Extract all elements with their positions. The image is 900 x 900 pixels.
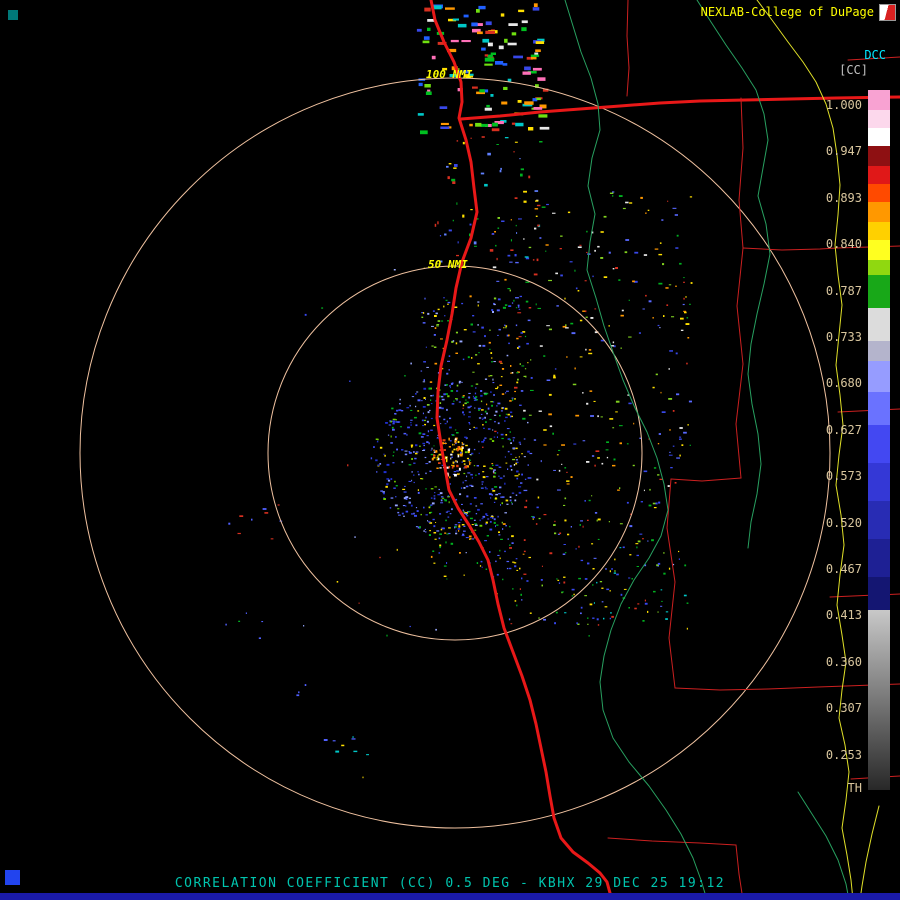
colorbar-tick: 0.627 [825, 422, 862, 437]
colorbar-segment [868, 90, 890, 110]
product-title: CORRELATION COEFFICIENT (CC) 0.5 DEG - K… [174, 876, 726, 891]
colorbar-tick: 0.947 [825, 144, 862, 159]
cod-logo-icon [879, 4, 896, 21]
brand-text: NEXLAB-College of DuPage [700, 5, 874, 19]
range-ring [79, 77, 831, 829]
colorbar-tick: 0.787 [825, 283, 862, 298]
colorbar-gradient-segment [868, 610, 890, 790]
county-line-1 [626, 0, 630, 97]
colorbar-segment [868, 202, 890, 222]
colorbar [868, 90, 890, 790]
bottom-bar [0, 893, 900, 900]
colorbar-segment [868, 275, 890, 308]
colorbar-segment [868, 308, 890, 341]
colorbar-segment [868, 240, 890, 260]
colorbar-tick: 0.840 [825, 237, 862, 252]
range-ring [267, 265, 643, 641]
colorbar-tick: 0.573 [825, 469, 862, 484]
radar-display: NEXLAB-College of DuPage DCC [CC] 1.000 0… [0, 0, 900, 900]
colorbar-tick: 1.000 [825, 98, 862, 112]
colorbar-segment [868, 128, 890, 146]
colorbar-tick: 0.253 [825, 747, 862, 762]
colorbar-tick: 0.467 [825, 562, 862, 576]
colorbar-segment [868, 577, 890, 610]
colorbar-tick: 0.733 [825, 330, 862, 344]
colorbar-segment [868, 341, 890, 361]
river-1 [564, 0, 708, 900]
colorbar-segment [868, 260, 890, 275]
highway-ns [429, 0, 612, 895]
colorbar-segment [868, 463, 890, 501]
map-overlay-layer [79, 0, 900, 900]
colorbar-segment [868, 361, 890, 392]
colorbar-tick: 0.413 [825, 608, 862, 623]
colorbar-segment [868, 222, 890, 240]
colorbar-segment [868, 501, 890, 539]
range-ring-label-100: 100 NMI [426, 68, 473, 81]
county-line-2 [738, 97, 744, 249]
colorbar-segment [868, 392, 890, 425]
colorbar-segment [868, 110, 890, 128]
colorbar-segment [868, 184, 890, 202]
county-line-9 [735, 844, 744, 900]
colorbar-units: [CC] [839, 63, 868, 77]
colorbar-segment [868, 146, 890, 166]
river-2 [696, 0, 771, 549]
colorbar-title: DCC [864, 48, 886, 62]
colorbar-tick: 0.307 [825, 701, 862, 716]
colorbar-tick: 0.680 [825, 376, 862, 391]
colorbar-tick: 0.520 [825, 515, 862, 530]
colorbar-tick: 0.360 [825, 654, 862, 669]
colorbar-segment [868, 166, 890, 184]
colorbar-segment [868, 539, 890, 577]
top-left-marker [8, 10, 18, 20]
county-line-4 [735, 247, 744, 479]
range-ring-label-50: 50 NMI [428, 258, 468, 271]
county-line-8 [607, 837, 737, 846]
colorbar-threshold-label: TH [847, 781, 862, 795]
colorbar-tick: 0.893 [825, 190, 862, 205]
county-line-5 [670, 477, 742, 482]
colorbar-segment [868, 425, 890, 463]
colorbar-labels: 1.000 0.947 0.893 0.840 0.787 0.733 0.680 0.627… [798, 90, 862, 802]
